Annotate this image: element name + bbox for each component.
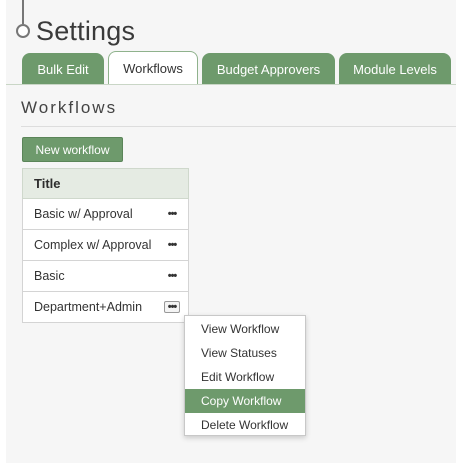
timeline-node-icon — [16, 24, 30, 38]
table-row: Department+Admin ••• — [22, 292, 189, 323]
menu-item-view-statuses[interactable]: View Statuses — [185, 341, 305, 365]
tab-budget-approvers[interactable]: Budget Approvers — [202, 53, 335, 85]
section-divider — [21, 126, 456, 127]
ellipsis-icon[interactable]: ••• — [164, 239, 180, 251]
tab-workflows[interactable]: Workflows — [108, 51, 198, 85]
workflow-title: Complex w/ Approval — [34, 238, 152, 252]
section-heading: Workflows — [21, 98, 118, 117]
new-workflow-button[interactable]: New workflow — [22, 137, 123, 162]
ellipsis-icon[interactable]: ••• — [164, 208, 180, 220]
table-row: Basic ••• — [22, 261, 189, 292]
menu-item-view-workflow[interactable]: View Workflow — [185, 317, 305, 341]
table-header-title: Title — [22, 168, 189, 199]
menu-item-delete-workflow[interactable]: Delete Workflow — [185, 413, 305, 437]
workflows-table: Title Basic w/ Approval ••• Complex w/ A… — [22, 168, 189, 323]
menu-item-edit-workflow[interactable]: Edit Workflow — [185, 365, 305, 389]
workflow-title: Department+Admin — [34, 300, 143, 314]
workflow-title: Basic w/ Approval — [34, 207, 133, 221]
menu-item-copy-workflow[interactable]: Copy Workflow — [185, 389, 305, 413]
tab-module-levels[interactable]: Module Levels — [339, 53, 451, 85]
ellipsis-icon[interactable]: ••• — [164, 270, 180, 282]
workflow-title: Basic — [34, 269, 65, 283]
page-title: Settings — [36, 16, 136, 46]
tab-bulk-edit[interactable]: Bulk Edit — [22, 53, 104, 85]
timeline-line — [22, 0, 24, 24]
table-row: Complex w/ Approval ••• — [22, 230, 189, 261]
table-row: Basic w/ Approval ••• — [22, 199, 189, 230]
workflow-context-menu: View Workflow View Statuses Edit Workflo… — [184, 315, 306, 436]
ellipsis-icon[interactable]: ••• — [164, 301, 180, 313]
tab-bar-divider — [6, 84, 456, 85]
